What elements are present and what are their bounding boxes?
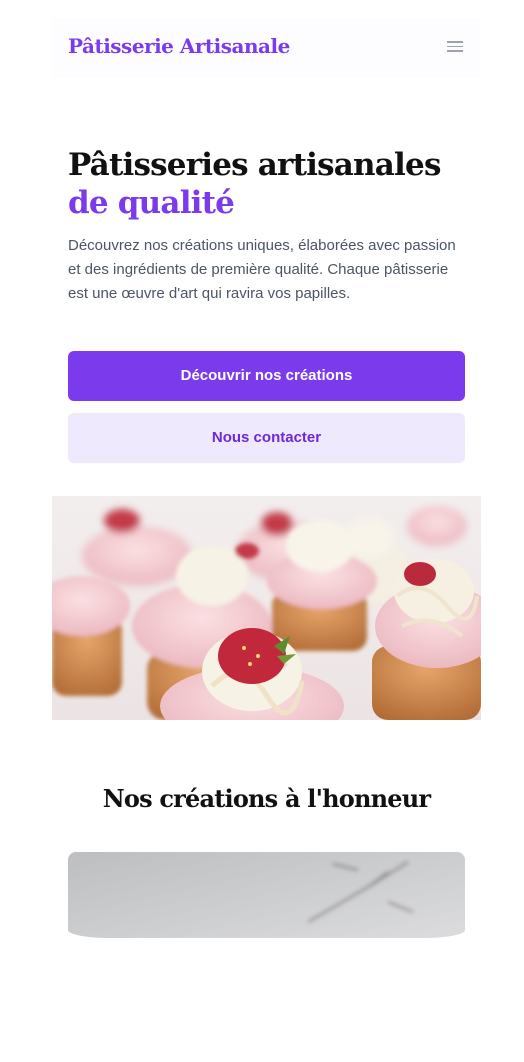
brand-logo[interactable]: Pâtisserie Artisanale xyxy=(68,34,290,58)
hero-title-accent: de qualité xyxy=(68,185,235,221)
hero-title-line1: Pâtisseries artisanales xyxy=(68,147,441,183)
hero-title: Pâtisseries artisanales de qualité xyxy=(68,146,488,222)
featured-card-image[interactable] xyxy=(68,852,465,938)
site-header: Pâtisserie Artisanale xyxy=(52,18,480,78)
hero-cupcakes-image xyxy=(52,496,481,720)
page: Pâtisserie Artisanale Pâtisseries artisa… xyxy=(0,0,524,1062)
hero-description: Découvrez nos créations uniques, élaboré… xyxy=(68,237,456,302)
hamburger-menu-icon[interactable] xyxy=(444,38,466,58)
contact-us-button[interactable]: Nous contacter xyxy=(68,413,465,463)
discover-creations-button[interactable]: Découvrir nos créations xyxy=(68,351,465,401)
featured-section-title: Nos créations à l'honneur xyxy=(102,784,431,813)
